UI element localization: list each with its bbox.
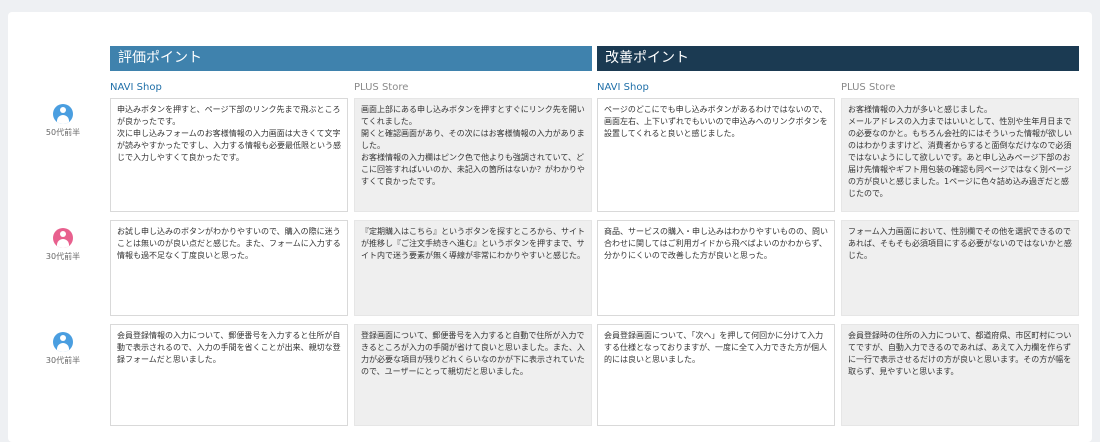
comment-text: 画面上部にある申し込みボタンを押すとすぐにリンク先を開いてくれました。 開くと確… — [361, 105, 585, 186]
comment-text: 会員登録画面について、「次へ」を押して何回かに分けて入力する仕様となっております… — [604, 331, 827, 364]
comment-cell-eval-plus: 画面上部にある申し込みボタンを押すとすぐにリンク先を開いてくれました。 開くと確… — [354, 98, 592, 212]
column-label-eval-navi-shop: NAVI Shop — [110, 82, 162, 93]
persona-row-1: 50代前半 — [40, 104, 86, 138]
comment-text: 商品、サービスの購入・申し込みはわかりやすいものの、問い合わせに関してはご利用ガ… — [604, 227, 828, 260]
comment-text: 『定期購入はこちら』というボタンを探すところから、サイトが推移し『ご注文手続きへ… — [361, 227, 585, 260]
comment-cell-impr-plus: 会員登録時の住所の入力について、都道府県、市区町村についてですが、自動入力できる… — [841, 324, 1079, 426]
comment-text: お試し申し込みのボタンがわかりやすいので、購入の際に迷うことは無いのが良い点だと… — [117, 227, 341, 260]
comment-cell-impr-navi: 会員登録画面について、「次へ」を押して何回かに分けて入力する仕様となっております… — [597, 324, 835, 426]
comment-cell-impr-navi: 商品、サービスの購入・申し込みはわかりやすいものの、問い合わせに関してはご利用ガ… — [597, 220, 835, 316]
column-label-eval-plus-store: PLUS Store — [354, 82, 409, 93]
user-icon — [53, 228, 73, 248]
comment-cell-eval-plus: 『定期購入はこちら』というボタンを探すところから、サイトが推移し『ご注文手続きへ… — [354, 220, 592, 316]
comment-cell-eval-navi: 会員登録情報の入力について、郵便番号を入力すると住所が自動で表示されるので、入力… — [110, 324, 348, 426]
comment-text: 会員登録時の住所の入力について、都道府県、市区町村についてですが、自動入力できる… — [848, 331, 1072, 376]
column-label-impr-plus-store: PLUS Store — [841, 82, 896, 93]
user-icon — [53, 332, 73, 352]
persona-row-2: 30代前半 — [40, 228, 86, 262]
comment-cell-impr-plus: フォーム入力画面において、性別欄でその他を選択できるのであれば、そもそも必須項目… — [841, 220, 1079, 316]
age-label: 30代前半 — [45, 356, 81, 365]
comment-text: フォーム入力画面において、性別欄でその他を選択できるのであれば、そもそも必須項目… — [848, 227, 1072, 260]
comment-cell-eval-navi: お試し申し込みのボタンがわかりやすいので、購入の際に迷うことは無いのが良い点だと… — [110, 220, 348, 316]
persona-row-3: 30代前半 — [40, 332, 86, 366]
age-label: 50代前半 — [45, 128, 81, 137]
improvement-points-header: 改善ポイント — [597, 46, 1079, 71]
user-icon — [53, 104, 73, 124]
comment-text: 申込みボタンを押すと、ページ下部のリンク先まで飛ぶところが良かったです。 次に申… — [117, 105, 341, 162]
comment-text: 会員登録情報の入力について、郵便番号を入力すると住所が自動で表示されるので、入力… — [117, 331, 341, 364]
age-label: 30代前半 — [45, 252, 81, 261]
comment-cell-impr-plus: お客様情報の入力が多いと感じました。 メールアドレスの入力まではいいとして、性別… — [841, 98, 1079, 212]
column-label-impr-navi-shop: NAVI Shop — [597, 82, 649, 93]
comment-text: ページのどこにでも申し込みボタンがあるわけではないので、画面左右、上下いずれでも… — [604, 105, 828, 138]
comment-cell-eval-navi: 申込みボタンを押すと、ページ下部のリンク先まで飛ぶところが良かったです。 次に申… — [110, 98, 348, 212]
evaluation-points-header: 評価ポイント — [110, 46, 592, 71]
comment-cell-eval-plus: 登録画面について、郵便番号を入力すると自動で住所が入力できるところが入力の手間が… — [354, 324, 592, 426]
comment-text: 登録画面について、郵便番号を入力すると自動で住所が入力できるところが入力の手間が… — [361, 331, 585, 376]
comment-cell-impr-navi: ページのどこにでも申し込みボタンがあるわけではないので、画面左右、上下いずれでも… — [597, 98, 835, 212]
comment-text: お客様情報の入力が多いと感じました。 メールアドレスの入力まではいいとして、性別… — [848, 105, 1072, 198]
